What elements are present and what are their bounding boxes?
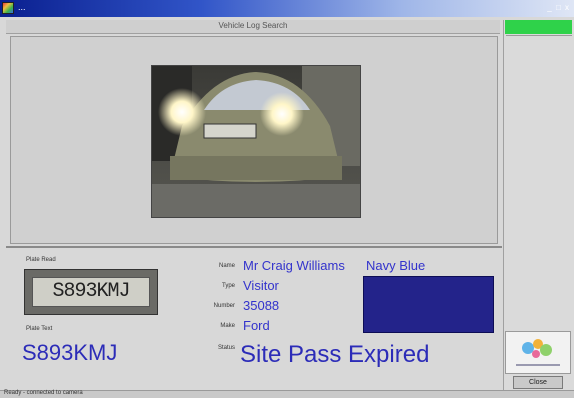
type-label: Type [221,283,235,289]
side-divider [506,35,572,36]
title-bar [0,0,574,17]
plate-crop-text: S893KMJ [32,277,150,307]
make-value: Ford [243,318,270,333]
type-value: Visitor [243,278,279,293]
status-message: Site Pass Expired [240,341,430,368]
camera-feed-image [151,65,361,218]
header-bar: Vehicle Log Search [6,20,500,34]
close-button[interactable]: Close [513,376,563,389]
vehicle-colour-swatch [363,276,494,333]
logo-graphic [516,339,560,366]
plate-image-label: Plate Read [26,257,56,263]
number-value: 35088 [243,298,280,313]
header-label[interactable]: Vehicle Log Search [6,21,500,30]
section-divider [6,246,502,248]
colour-name: Navy Blue [366,258,426,273]
plate-number: S893KMJ [22,340,118,365]
app-icon [2,2,14,14]
status-label: Status [217,345,235,351]
status-bar [0,390,574,398]
car-photo [152,66,360,217]
name-value: Mr Craig Williams [243,258,345,273]
plate-text-label: Plate Text [26,326,53,332]
window-controls[interactable]: _ □ x [547,3,570,12]
status-bar-text: Ready - connected to camera [4,390,83,396]
status-indicator [505,20,572,34]
name-label: Name [218,263,235,269]
window-title: ... [18,2,26,12]
plate-crop-image: S893KMJ [24,269,158,315]
make-label: Make [220,323,235,329]
number-label: Number [213,303,235,309]
company-logo [505,331,571,374]
